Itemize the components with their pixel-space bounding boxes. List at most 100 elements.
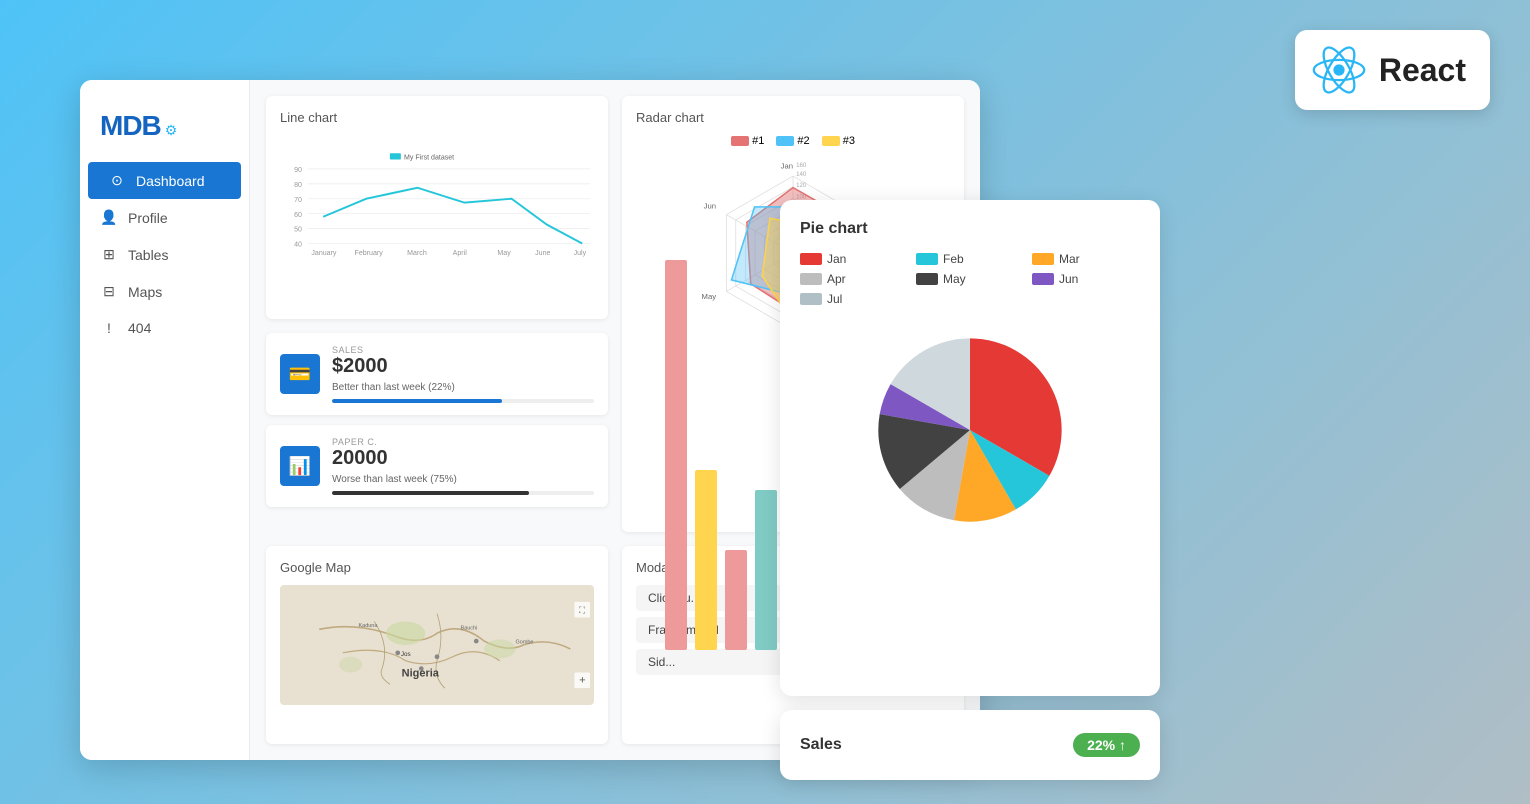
radar-legend-2: #2 — [776, 135, 809, 147]
svg-text:January: January — [311, 250, 337, 257]
react-label: React — [1379, 52, 1466, 89]
sidebar-item-profile[interactable]: 👤 Profile — [80, 199, 249, 236]
sidebar-item-label: Tables — [128, 247, 168, 263]
sidebar-nav: ⊙ Dashboard 👤 Profile ⊞ Tables ⊟ Maps ! … — [80, 162, 249, 346]
legend-label-jul: Jul — [827, 292, 842, 306]
map-svg: Jos Nigeria Kaduna Bauchi Gombe ⛶ + — [280, 585, 594, 705]
swatch-jan — [800, 253, 822, 265]
profile-icon: 👤 — [100, 209, 118, 226]
svg-text:Nigeria: Nigeria — [402, 667, 440, 679]
svg-text:April: April — [453, 250, 468, 257]
swatch-feb — [916, 253, 938, 265]
line-chart-title: Line chart — [280, 110, 594, 125]
sales-card: Sales 22% ↑ — [780, 710, 1160, 780]
stat-card-paper: 📊 PAPER C. 20000 Worse than last week (7… — [266, 425, 608, 507]
svg-text:Jun: Jun — [704, 201, 716, 210]
stat-info-paper: PAPER C. 20000 Worse than last week (75%… — [332, 437, 594, 495]
svg-text:Kaduna: Kaduna — [359, 623, 379, 629]
chart-icon: 📊 — [289, 456, 311, 477]
legend-label-may: May — [943, 272, 966, 286]
legend-jan: Jan — [800, 252, 908, 266]
stat-sub-sales: Better than last week (22%) — [332, 382, 594, 393]
legend-label-mar: Mar — [1059, 252, 1080, 266]
svg-text:Gombe: Gombe — [516, 639, 534, 645]
logo-icon: ⚙ — [165, 122, 178, 139]
svg-text:140: 140 — [796, 171, 807, 178]
svg-text:July: July — [574, 250, 587, 257]
svg-text:February: February — [355, 250, 384, 257]
stat-label-sales: SALES — [332, 345, 594, 355]
svg-text:160: 160 — [796, 162, 807, 169]
svg-text:May: May — [702, 292, 717, 301]
react-icon — [1311, 42, 1367, 98]
legend-label-apr: Apr — [827, 272, 846, 286]
right-panel: Pie chart Jan Feb Mar Apr May — [780, 200, 1160, 780]
stat-bar-paper — [332, 491, 594, 495]
svg-text:Bauchi: Bauchi — [461, 625, 478, 631]
logo-text: MDB — [100, 110, 161, 142]
sidebar-item-404[interactable]: ! 404 — [80, 310, 249, 346]
stat-info-sales: SALES $2000 Better than last week (22%) — [332, 345, 594, 403]
sidebar-item-label: 404 — [128, 320, 151, 336]
radar-legend-3: #3 — [822, 135, 855, 147]
svg-text:50: 50 — [294, 227, 302, 234]
stat-icon-paper: 📊 — [280, 446, 320, 486]
sidebar-item-dashboard[interactable]: ⊙ Dashboard — [88, 162, 241, 199]
sidebar-item-label: Dashboard — [136, 173, 205, 189]
svg-text:40: 40 — [294, 242, 302, 249]
legend-apr: Apr — [800, 272, 908, 286]
svg-text:80: 80 — [294, 182, 302, 189]
svg-text:60: 60 — [294, 212, 302, 219]
swatch-mar — [1032, 253, 1054, 265]
stat-icon-sales: 💳 — [280, 354, 320, 394]
pie-chart-card: Pie chart Jan Feb Mar Apr May — [780, 200, 1160, 696]
map-placeholder[interactable]: Jos Nigeria Kaduna Bauchi Gombe ⛶ + — [280, 585, 594, 705]
sidebar-item-label: Maps — [128, 284, 162, 300]
sidebar-logo: MDB ⚙ — [80, 100, 249, 162]
pie-legend: Jan Feb Mar Apr May Jun — [800, 252, 1140, 306]
sidebar-item-maps[interactable]: ⊟ Maps — [80, 273, 249, 310]
stat-bar-fill-paper — [332, 491, 529, 495]
swatch-jul — [800, 293, 822, 305]
sales-label: Sales — [800, 736, 842, 754]
swatch-may — [916, 273, 938, 285]
stat-label-paper: PAPER C. — [332, 437, 594, 447]
svg-text:My First dataset: My First dataset — [404, 154, 454, 161]
svg-text:Jos: Jos — [401, 651, 411, 658]
stat-bar-fill-sales — [332, 399, 502, 403]
sidebar-item-label: Profile — [128, 210, 168, 226]
legend-feb: Feb — [916, 252, 1024, 266]
stats-area: 💳 SALES $2000 Better than last week (22%… — [266, 333, 608, 532]
swatch-jun — [1032, 273, 1054, 285]
sidebar-item-tables[interactable]: ⊞ Tables — [80, 236, 249, 273]
legend-may: May — [916, 272, 1024, 286]
sidebar: MDB ⚙ ⊙ Dashboard 👤 Profile ⊞ Tables ⊟ M… — [80, 80, 250, 760]
swatch-apr — [800, 273, 822, 285]
svg-text:May: May — [497, 250, 511, 257]
map-title: Google Map — [280, 560, 594, 575]
pie-chart-title: Pie chart — [800, 220, 1140, 238]
legend-mar: Mar — [1032, 252, 1140, 266]
svg-text:Jan: Jan — [781, 161, 793, 170]
stat-value-paper: 20000 — [332, 447, 594, 470]
svg-text:June: June — [535, 250, 550, 257]
svg-text:⛶: ⛶ — [578, 605, 586, 615]
legend-jul: Jul — [800, 292, 908, 306]
stat-bar-sales — [332, 399, 594, 403]
error-icon: ! — [100, 320, 118, 336]
pie-svg — [800, 320, 1140, 540]
line-chart-card: Line chart My First dataset 90 80 70 60 … — [266, 96, 608, 319]
legend-label-jun: Jun — [1059, 272, 1078, 286]
sales-badge: 22% ↑ — [1073, 733, 1140, 757]
svg-text:March: March — [407, 250, 427, 257]
svg-text:120: 120 — [796, 182, 807, 189]
stat-sub-paper: Worse than last week (75%) — [332, 474, 594, 485]
radar-chart-title: Radar chart — [636, 110, 950, 125]
tables-icon: ⊞ — [100, 246, 118, 263]
dashboard-icon: ⊙ — [108, 172, 126, 189]
legend-label-feb: Feb — [943, 252, 964, 266]
map-card: Google Map Jos — [266, 546, 608, 744]
svg-text:70: 70 — [294, 197, 302, 204]
maps-icon: ⊟ — [100, 283, 118, 300]
svg-text:+: + — [579, 674, 585, 686]
